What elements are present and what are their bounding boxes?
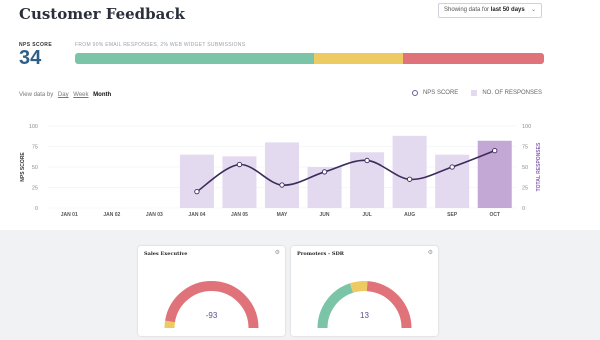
view-option-day[interactable]: Day bbox=[58, 92, 69, 98]
x-tick-label: JAN 01 bbox=[61, 212, 78, 218]
y-tick-label: 100 bbox=[29, 124, 38, 130]
gauge-segment bbox=[366, 281, 412, 329]
gauge-segment bbox=[165, 281, 259, 329]
y-tick-label: 25 bbox=[32, 186, 38, 192]
gauge-segment bbox=[164, 320, 175, 329]
nps-gauge: -93 bbox=[164, 281, 259, 329]
main-panel: Customer Feedback Showing data for last … bbox=[0, 0, 600, 230]
view-by-selector: View data by Day Week Month bbox=[19, 92, 111, 98]
gauge-value: -93 bbox=[206, 311, 218, 320]
legend-responses: NO. OF RESPONSES bbox=[482, 90, 542, 96]
nps-distribution-bar bbox=[75, 53, 544, 64]
y2-tick-label: 75 bbox=[522, 145, 528, 151]
response-bar bbox=[392, 135, 427, 208]
nps-point bbox=[236, 161, 243, 168]
widget-card-promoters-sdr[interactable]: Promoters - SDR ⚙ 13 bbox=[291, 246, 438, 336]
y-tick-label: 50 bbox=[32, 165, 38, 171]
x-tick-label: JAN 02 bbox=[103, 212, 120, 218]
nps-point bbox=[492, 147, 498, 154]
view-option-month[interactable]: Month bbox=[93, 92, 111, 98]
legend-nps: NPS SCORE bbox=[422, 90, 459, 96]
nps-point bbox=[364, 157, 370, 164]
nps-point bbox=[279, 182, 285, 188]
nps-point bbox=[449, 164, 455, 170]
nps-segment-passives bbox=[314, 53, 404, 64]
y2-tick-label: 50 bbox=[522, 165, 528, 171]
x-tick-label: JUN bbox=[320, 212, 330, 218]
widgets-area: Sales Executive ⚙ -93 Promoters - SDR ⚙ … bbox=[0, 230, 600, 340]
nps-point bbox=[406, 176, 413, 182]
y2-tick-label: 25 bbox=[522, 186, 528, 192]
x-tick-label: JUL bbox=[362, 212, 371, 218]
widget-card-sales-executive[interactable]: Sales Executive ⚙ -93 bbox=[138, 246, 285, 336]
chart-legend: NPS SCORE NO. OF RESPONSES bbox=[411, 90, 542, 96]
nps-source-note: FROM 90% EMAIL RESPONSES, 2% WEB WIDGET … bbox=[75, 42, 246, 48]
y2-tick-label: 100 bbox=[522, 124, 531, 130]
nps-gauge: 13 bbox=[317, 281, 412, 329]
nps-responses-chart: 0 0 25 25 50 50 75 75 100 100 NPS SCORE TOTAL RESPO… bbox=[20, 124, 542, 218]
range-prefix: Showing data for bbox=[444, 7, 490, 13]
page-title: Customer Feedback bbox=[19, 5, 185, 23]
y2-tick-label: 0 bbox=[522, 206, 525, 212]
responses-legend-swatch bbox=[471, 90, 478, 96]
y-tick-label: 75 bbox=[32, 145, 38, 151]
nps-segment-detractors bbox=[403, 53, 544, 64]
gauge-segment bbox=[317, 283, 354, 329]
gauge-segment bbox=[349, 281, 368, 293]
x-tick-label: AUG bbox=[404, 212, 415, 218]
range-value: last 50 days bbox=[490, 7, 525, 13]
nps-point bbox=[321, 169, 328, 175]
x-tick-label: JAN 04 bbox=[188, 212, 205, 218]
x-tick-label: JAN 05 bbox=[231, 212, 248, 218]
nps-segment-promoters bbox=[75, 53, 315, 64]
view-option-week[interactable]: Week bbox=[73, 92, 88, 98]
view-by-label: View data by bbox=[19, 92, 54, 98]
chevron-down-icon: ⌄ bbox=[530, 7, 536, 13]
y2-axis-label: TOTAL RESPONSES bbox=[536, 142, 542, 191]
x-tick-label: JAN 03 bbox=[146, 212, 163, 218]
nps-point bbox=[194, 188, 200, 195]
x-tick-label: MAY bbox=[277, 212, 288, 218]
x-tick-label: OCT bbox=[489, 212, 500, 218]
nps-score-value: 34 bbox=[19, 47, 42, 69]
response-bar bbox=[264, 142, 300, 208]
gauge-value: 13 bbox=[360, 311, 369, 320]
y-axis-label: NPS SCORE bbox=[20, 152, 26, 182]
y-tick-label: 0 bbox=[35, 206, 38, 212]
nps-legend-marker-icon bbox=[411, 90, 418, 96]
date-range-select[interactable]: Showing data for last 50 days ⌄ bbox=[438, 3, 542, 18]
x-tick-label: SEP bbox=[447, 212, 458, 218]
